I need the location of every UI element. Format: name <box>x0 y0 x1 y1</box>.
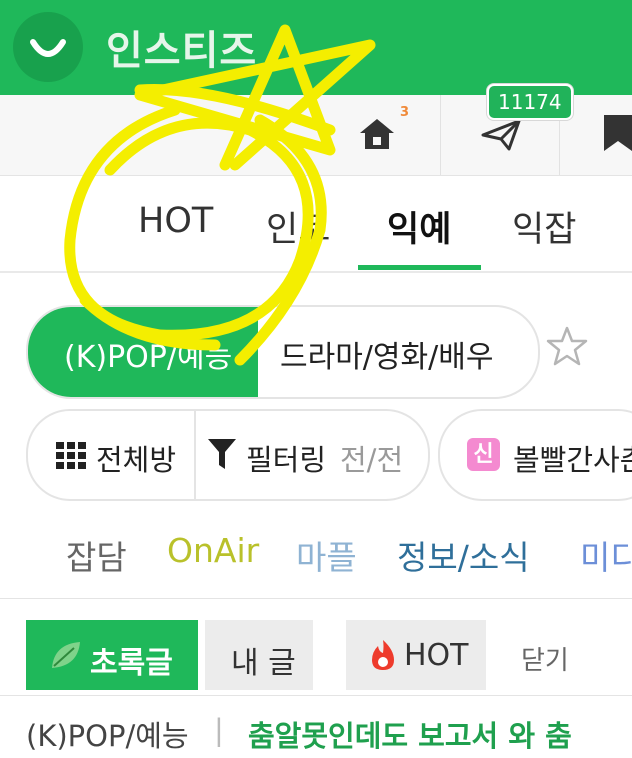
green-post-button[interactable]: 초록글 <box>26 620 198 690</box>
home-button[interactable]: 3 <box>340 95 440 175</box>
paper-plane-icon <box>481 119 521 151</box>
app-logo[interactable] <box>13 12 83 82</box>
subcat-onair[interactable]: OnAir <box>167 531 259 570</box>
subcat-mapeul[interactable]: 마플 <box>296 531 357 579</box>
subcat-news[interactable]: 정보/소식 <box>397 531 530 579</box>
hot-label: HOT <box>404 638 469 673</box>
filter-icon <box>208 439 236 469</box>
subcat-chat[interactable]: 잡담 <box>66 531 127 579</box>
active-tab-indicator <box>358 265 481 270</box>
new-room-label: 볼빨간사춘 <box>513 443 632 477</box>
new-badge: 신 <box>467 438 500 471</box>
green-post-label: 초록글 <box>90 646 173 681</box>
tab-ikjap[interactable]: 익잡 <box>512 201 576 252</box>
new-room-pill[interactable]: 신 볼빨간사춘 <box>438 409 632 501</box>
star-icon[interactable] <box>546 326 588 366</box>
app-title: 인스티즈 <box>106 28 258 74</box>
filter-button[interactable]: 필터링 전/전 <box>196 411 428 499</box>
filter-value: 전/전 <box>340 443 404 477</box>
category-kpop-label: (K)POP/예능 <box>64 340 233 375</box>
message-count-badge: 11174 <box>487 84 573 120</box>
tab-inko[interactable]: 인코 <box>266 201 330 252</box>
category-drama-button[interactable]: 드라마/영화/배우 <box>280 332 493 376</box>
smile-icon <box>30 39 66 57</box>
bookmark-icon <box>604 115 632 151</box>
breadcrumb-section[interactable]: (K)POP/예능 <box>26 713 189 755</box>
post-headline[interactable]: 춤알못인데도 보고서 와 춤 <box>248 713 572 755</box>
all-rooms-button[interactable]: 전체방 <box>28 411 194 499</box>
tab-ikye[interactable]: 익예 <box>387 201 451 252</box>
leaf-icon <box>52 642 80 668</box>
app-header: 인스티즈 <box>0 0 632 95</box>
grid-icon <box>56 442 86 469</box>
fire-icon <box>372 640 394 670</box>
room-filter-pill: 전체방 필터링 전/전 <box>26 409 430 501</box>
tab-hot[interactable]: HOT <box>138 201 213 241</box>
breadcrumb-separator: | <box>214 713 224 747</box>
all-rooms-label: 전체방 <box>96 443 177 477</box>
main-tabs: HOT 인코 익예 익잡 <box>0 175 632 273</box>
home-icon <box>360 119 394 149</box>
home-badge: 3 <box>400 105 410 120</box>
hot-button[interactable]: HOT <box>346 620 486 690</box>
category-kpop-button[interactable]: (K)POP/예능 <box>28 307 258 397</box>
category-switch: (K)POP/예능 드라마/영화/배우 <box>26 305 540 399</box>
divider <box>0 598 632 599</box>
divider <box>0 695 632 696</box>
close-button[interactable]: 닫기 <box>521 640 569 677</box>
my-post-button[interactable]: 내 글 <box>205 620 313 690</box>
subcat-media[interactable]: 미디 <box>580 531 632 579</box>
filter-label: 필터링 <box>246 443 327 477</box>
my-post-label: 내 글 <box>231 646 296 681</box>
